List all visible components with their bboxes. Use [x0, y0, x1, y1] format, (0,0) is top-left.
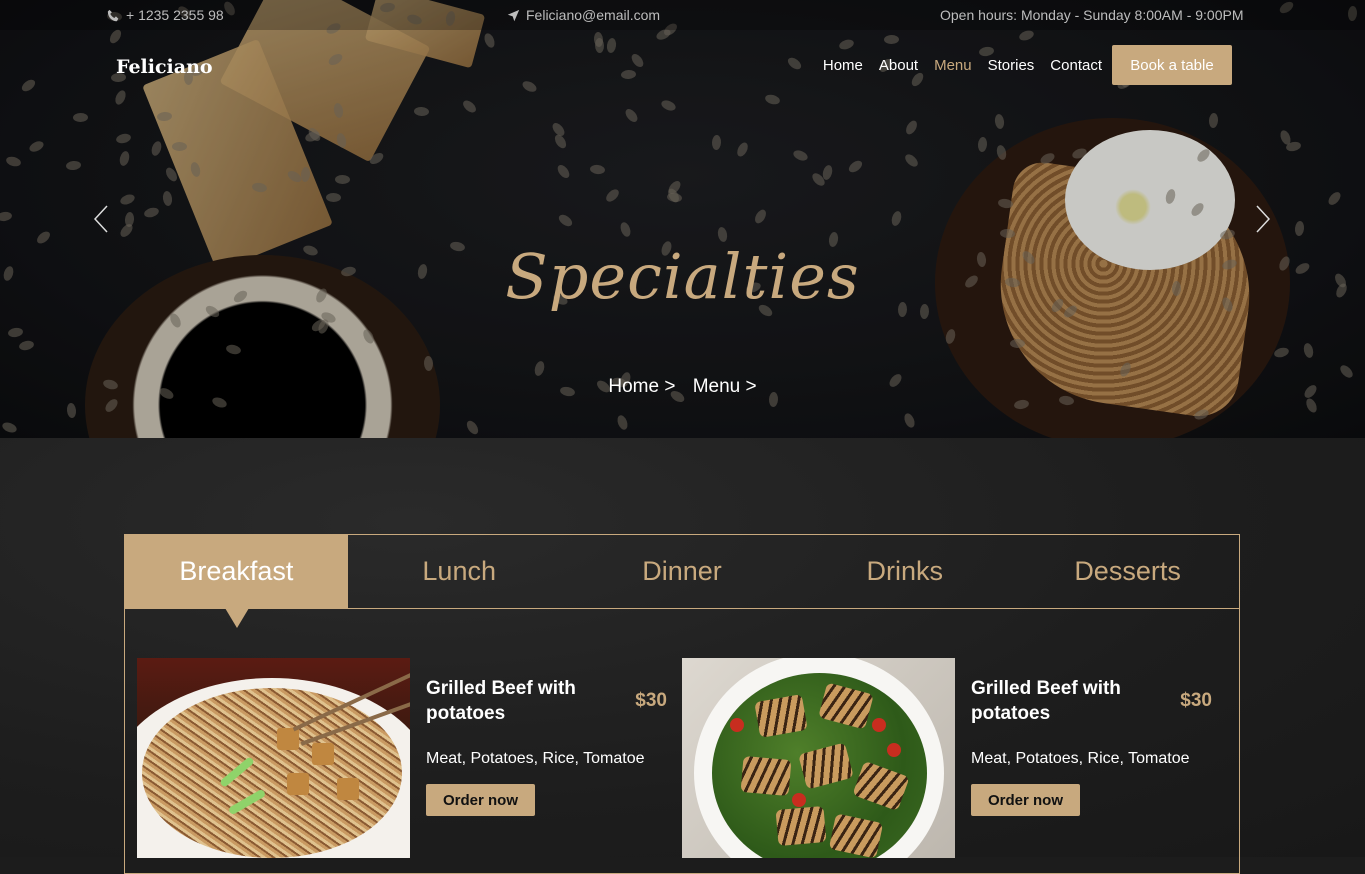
phone-text: + 1235 2355 98	[126, 7, 224, 23]
dish-card: Grilled Beef with potatoes $30 Meat, Pot…	[137, 658, 682, 858]
breadcrumb: Home > Menu >	[0, 376, 1365, 398]
dish-card: Grilled Beef with potatoes $30 Meat, Pot…	[682, 658, 1227, 858]
tab-drinks[interactable]: Drinks	[793, 535, 1016, 608]
chevron-right-icon	[1256, 205, 1271, 233]
dish-name: Grilled Beef with potatoes	[426, 678, 576, 724]
hours-text: Open hours: Monday - Sunday 8:00AM - 9:0…	[940, 7, 1244, 23]
breadcrumb-home[interactable]: Home >	[608, 376, 675, 397]
nav-menu-link[interactable]: Menu	[934, 57, 972, 74]
dish-price: $30	[1180, 690, 1212, 711]
phone-info: + 1235 2355 98	[107, 7, 224, 23]
nav-home[interactable]: Home	[823, 57, 863, 74]
nav-stories[interactable]: Stories	[988, 57, 1035, 74]
dish-info: Grilled Beef with potatoes $30 Meat, Pot…	[971, 676, 1216, 816]
nav-about[interactable]: About	[879, 57, 918, 74]
book-table-button[interactable]: Book a table	[1112, 45, 1232, 85]
chevron-left-icon	[93, 205, 108, 233]
dish-info: Grilled Beef with potatoes $30 Meat, Pot…	[426, 676, 671, 816]
send-icon	[507, 9, 520, 21]
email-info: Feliciano@email.com	[507, 7, 660, 23]
dish-description: Meat, Potatoes, Rice, Tomatoe	[971, 750, 1190, 767]
nav-contact[interactable]: Contact	[1050, 57, 1102, 74]
dish-description: Meat, Potatoes, Rice, Tomatoe	[426, 750, 645, 767]
order-now-button[interactable]: Order now	[971, 784, 1080, 816]
dish-photo-salad	[682, 658, 955, 858]
prev-slide-arrow[interactable]	[93, 205, 108, 233]
hours-info: Open hours: Monday - Sunday 8:00AM - 9:0…	[940, 7, 1244, 23]
breadcrumb-menu[interactable]: Menu >	[693, 376, 757, 397]
page-title: Specialties	[505, 240, 860, 313]
hero-banner: + 1235 2355 98 Feliciano@email.com Open …	[0, 0, 1365, 438]
tab-desserts[interactable]: Desserts	[1016, 535, 1239, 608]
order-now-button[interactable]: Order now	[426, 784, 535, 816]
tab-breakfast[interactable]: Breakfast	[125, 535, 348, 628]
tab-lunch[interactable]: Lunch	[348, 535, 571, 608]
dish-price: $30	[635, 690, 667, 711]
dish-photo-noodles	[137, 658, 410, 858]
brand-logo[interactable]: Feliciano	[116, 56, 213, 78]
dish-name: Grilled Beef with potatoes	[971, 678, 1121, 724]
phone-icon	[107, 9, 119, 21]
tab-dinner[interactable]: Dinner	[571, 535, 794, 608]
main-navbar: Feliciano Home About Menu Stories Contac…	[0, 30, 1365, 102]
next-slide-arrow[interactable]	[1256, 205, 1271, 233]
top-info-bar: + 1235 2355 98 Feliciano@email.com Open …	[0, 0, 1365, 30]
nav-menu: Home About Menu Stories Contact	[823, 57, 1102, 74]
menu-tabs: Breakfast Lunch Dinner Drinks Desserts	[125, 535, 1239, 628]
menu-panel: Breakfast Lunch Dinner Drinks Desserts G…	[124, 534, 1240, 874]
menu-section: Breakfast Lunch Dinner Drinks Desserts G…	[0, 438, 1365, 874]
email-text: Feliciano@email.com	[526, 7, 661, 23]
